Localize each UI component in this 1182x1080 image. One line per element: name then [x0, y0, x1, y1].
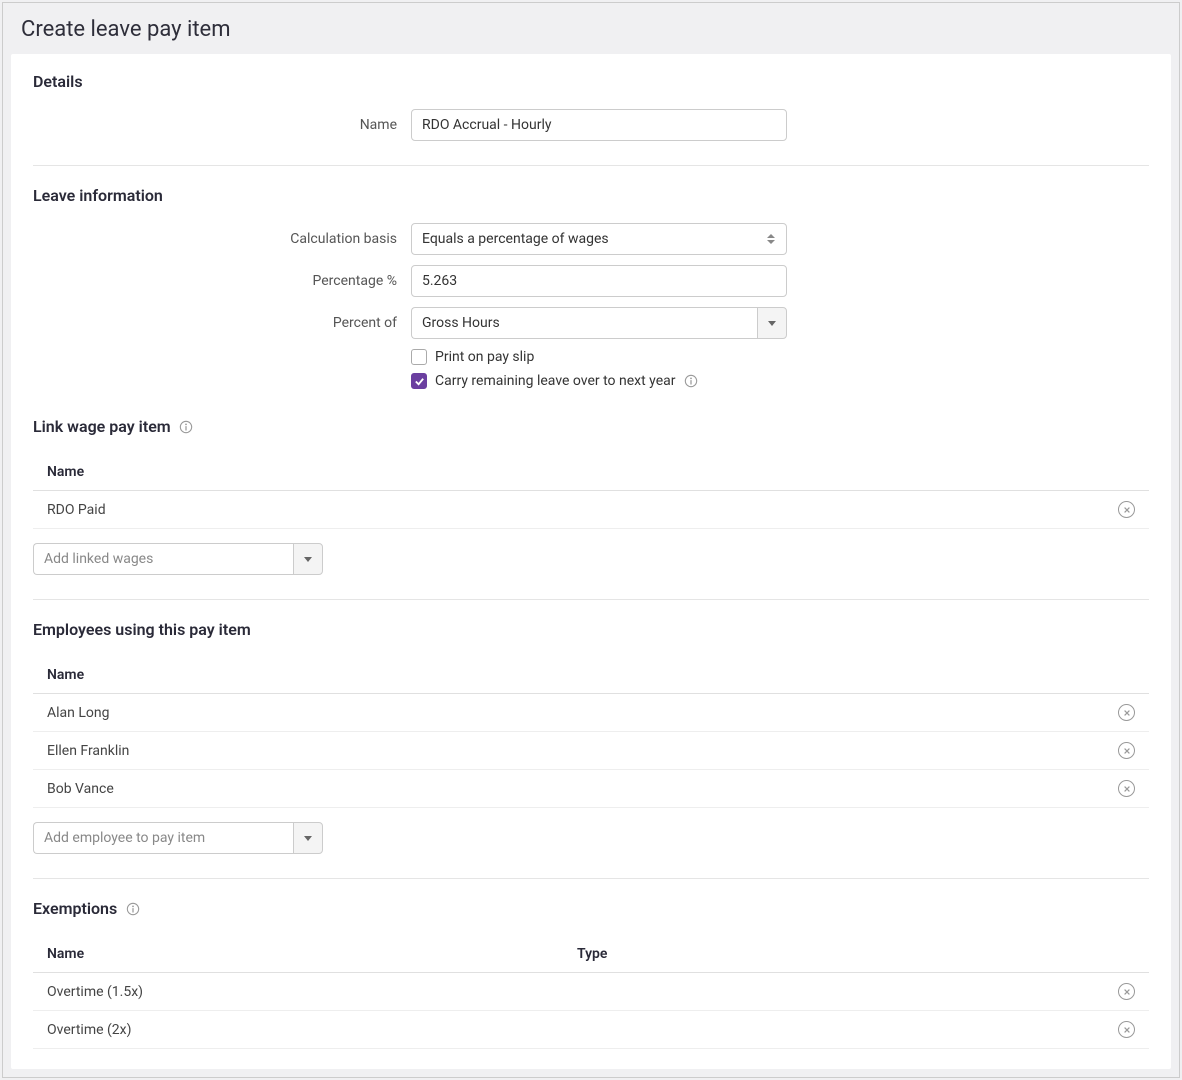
employee-row: Bob Vance	[33, 770, 1149, 808]
employee-row-name: Ellen Franklin	[47, 743, 1107, 759]
percent-of-combo[interactable]: Gross Hours	[411, 307, 787, 339]
calc-basis-select[interactable]: Equals a percentage of wages	[411, 223, 787, 255]
percentage-input[interactable]	[411, 265, 787, 297]
chevron-down-icon	[304, 836, 312, 841]
remove-row-button[interactable]	[1118, 1021, 1135, 1038]
exemption-row: Overtime (1.5x)	[33, 973, 1149, 1011]
main-panel: Details Name Leave information Calculati…	[11, 54, 1171, 1069]
link-wage-col-name: Name	[47, 464, 1107, 480]
percentage-row: Percentage %	[33, 265, 1149, 297]
print-on-payslip-label: Print on pay slip	[435, 349, 534, 365]
employees-heading: Employees using this pay item	[33, 620, 1149, 639]
link-wage-row: RDO Paid	[33, 491, 1149, 529]
remove-row-button[interactable]	[1118, 742, 1135, 759]
info-icon[interactable]	[179, 419, 194, 434]
exemptions-col-name: Name	[47, 946, 577, 962]
remove-row-button[interactable]	[1118, 501, 1135, 518]
percentage-label: Percentage %	[33, 273, 411, 289]
percent-of-dropdown-button[interactable]	[757, 307, 787, 339]
info-icon[interactable]	[125, 901, 140, 916]
leave-info-heading: Leave information	[33, 186, 1149, 205]
info-icon[interactable]	[684, 374, 699, 389]
exemptions-heading-text: Exemptions	[33, 899, 117, 918]
window-title: Create leave pay item	[3, 3, 1179, 54]
carry-over-checkbox[interactable]	[411, 373, 427, 389]
add-linked-wages-input[interactable]: Add linked wages	[33, 543, 293, 575]
add-linked-wages-combo[interactable]: Add linked wages	[33, 543, 323, 575]
link-wage-table-header: Name	[33, 454, 1149, 491]
add-linked-wages-dropdown-button[interactable]	[293, 543, 323, 575]
calc-basis-row: Calculation basis Equals a percentage of…	[33, 223, 1149, 255]
link-wage-heading: Link wage pay item	[33, 417, 1149, 436]
employees-col-name: Name	[47, 667, 1107, 683]
name-label: Name	[33, 117, 411, 133]
print-on-payslip-row: Print on pay slip	[411, 349, 1149, 365]
percent-of-row: Percent of Gross Hours	[33, 307, 1149, 339]
employee-row-name: Alan Long	[47, 705, 1107, 721]
employee-row: Alan Long	[33, 694, 1149, 732]
print-on-payslip-checkbox[interactable]	[411, 349, 427, 365]
remove-row-button[interactable]	[1118, 780, 1135, 797]
name-input[interactable]	[411, 109, 787, 141]
remove-row-button[interactable]	[1118, 983, 1135, 1000]
add-employee-dropdown-button[interactable]	[293, 822, 323, 854]
exemptions-heading: Exemptions	[33, 899, 1149, 918]
exemption-row-name: Overtime (1.5x)	[47, 984, 577, 1000]
exemption-row: Overtime (2x)	[33, 1011, 1149, 1049]
employees-table-header: Name	[33, 657, 1149, 694]
add-employee-input[interactable]: Add employee to pay item	[33, 822, 293, 854]
link-wage-heading-text: Link wage pay item	[33, 417, 171, 436]
add-employee-combo[interactable]: Add employee to pay item	[33, 822, 323, 854]
calc-basis-label: Calculation basis	[33, 231, 411, 247]
percent-of-label: Percent of	[33, 315, 411, 331]
percent-of-value: Gross Hours	[411, 307, 757, 339]
calc-basis-value: Equals a percentage of wages	[411, 223, 787, 255]
exemptions-col-type: Type	[577, 946, 1107, 962]
carry-over-row: Carry remaining leave over to next year	[411, 373, 1149, 389]
exemptions-table-header: Name Type	[33, 936, 1149, 973]
employee-row: Ellen Franklin	[33, 732, 1149, 770]
exemption-row-name: Overtime (2x)	[47, 1022, 577, 1038]
remove-row-button[interactable]	[1118, 704, 1135, 721]
create-leave-pay-item-window: Create leave pay item Details Name Leave…	[2, 2, 1180, 1078]
chevron-down-icon	[304, 557, 312, 562]
name-row: Name	[33, 109, 1149, 141]
employee-row-name: Bob Vance	[47, 781, 1107, 797]
link-wage-row-name: RDO Paid	[47, 502, 1107, 518]
chevron-down-icon	[768, 321, 776, 326]
carry-over-label: Carry remaining leave over to next year	[435, 373, 676, 389]
details-heading: Details	[33, 72, 1149, 91]
